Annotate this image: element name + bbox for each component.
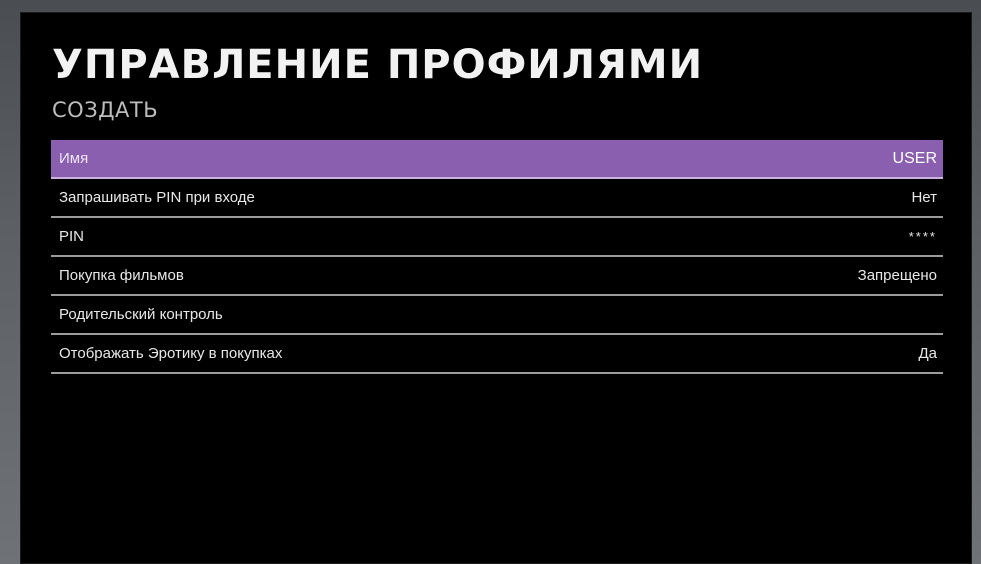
setting-label-show-erotica: Отображать Эротику в покупках xyxy=(59,345,283,362)
setting-label-parental-control: Родительский контроль xyxy=(59,306,223,323)
setting-label-name: Имя xyxy=(59,150,89,167)
page-title: УПРАВЛЕНИЕ ПРОФИЛЯМИ xyxy=(52,42,704,88)
profile-management-screen: УПРАВЛЕНИЕ ПРОФИЛЯМИ СОЗДАТЬ Имя USER За… xyxy=(20,12,972,564)
setting-value-show-erotica: Да xyxy=(918,345,937,362)
setting-row-ask-pin[interactable]: Запрашивать PIN при входе Нет xyxy=(51,179,943,218)
setting-label-pin: PIN xyxy=(59,228,85,245)
setting-row-name[interactable]: Имя USER xyxy=(51,140,943,179)
setting-value-pin: **** xyxy=(908,229,937,244)
setting-value-name: USER xyxy=(892,149,937,167)
setting-value-ask-pin: Нет xyxy=(911,189,937,206)
setting-label-ask-pin: Запрашивать PIN при входе xyxy=(59,189,255,206)
tv-bezel: УПРАВЛЕНИЕ ПРОФИЛЯМИ СОЗДАТЬ Имя USER За… xyxy=(0,0,981,564)
profile-settings-list: Имя USER Запрашивать PIN при входе Нет P… xyxy=(51,140,943,374)
page-subtitle: СОЗДАТЬ xyxy=(52,98,159,122)
setting-row-pin[interactable]: PIN **** xyxy=(51,218,943,257)
setting-row-movie-purchase[interactable]: Покупка фильмов Запрещено xyxy=(51,257,943,296)
setting-value-movie-purchase: Запрещено xyxy=(857,267,937,284)
setting-label-movie-purchase: Покупка фильмов xyxy=(59,267,184,284)
setting-row-show-erotica[interactable]: Отображать Эротику в покупках Да xyxy=(51,335,943,374)
setting-row-parental-control[interactable]: Родительский контроль xyxy=(51,296,943,335)
